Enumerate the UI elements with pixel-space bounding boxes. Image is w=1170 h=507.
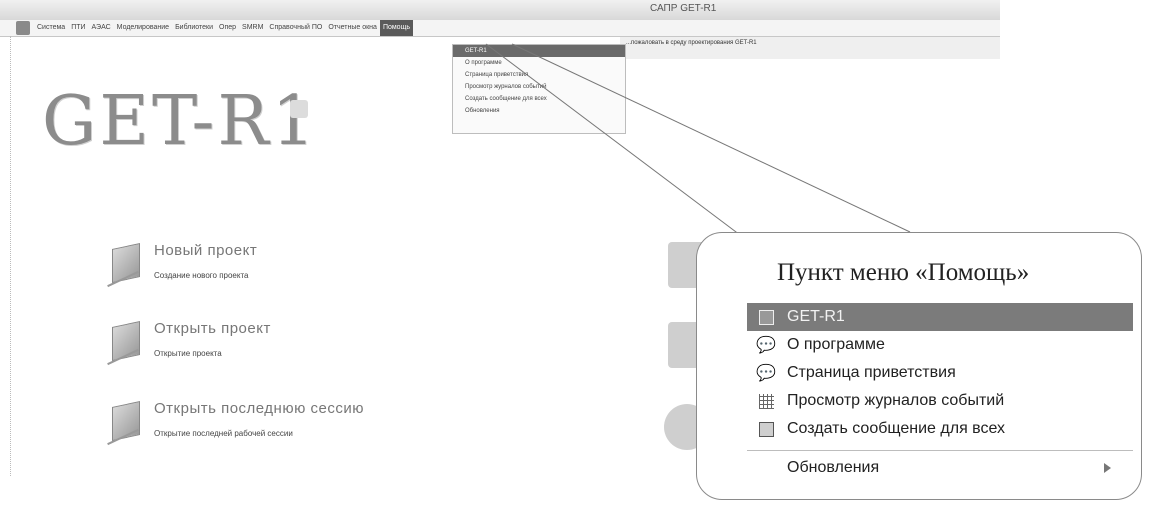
callout-item-welcome[interactable]: 💬 Страница приветствия bbox=[747, 359, 1133, 387]
open-project-title: Открыть проект bbox=[154, 320, 271, 337]
menu-libraries[interactable]: Библиотеки bbox=[172, 20, 216, 36]
callout-item-message-all[interactable]: Создать сообщение для всех bbox=[747, 415, 1133, 443]
menu-aeas[interactable]: АЭАС bbox=[89, 20, 114, 36]
menu-oper[interactable]: Опер bbox=[216, 20, 239, 36]
callout-item-about[interactable]: 💬 О программе bbox=[747, 331, 1133, 359]
dropdown-item-message-all[interactable]: Создать сообщение для всех bbox=[453, 93, 625, 105]
grid-icon bbox=[755, 393, 777, 409]
callout-menu: GET-R1 💬 О программе 💬 Страница приветст… bbox=[747, 303, 1133, 482]
menu-reports[interactable]: Отчетные окна bbox=[325, 20, 380, 36]
callout-item-label: Создать сообщение для всех bbox=[787, 420, 1006, 437]
dropdown-item-event-log[interactable]: Просмотр журналов событий bbox=[453, 81, 625, 93]
speech-bubble-icon: 💬 bbox=[756, 337, 776, 354]
dropdown-item-get-r1[interactable]: GET-R1 bbox=[453, 45, 625, 57]
new-project-title: Новый проект bbox=[154, 242, 258, 259]
menu-modeling[interactable]: Моделирование bbox=[114, 20, 172, 36]
welcome-banner: ...пожаловать в среду проектирования GET… bbox=[620, 37, 1000, 59]
menu-pti[interactable]: ПТИ bbox=[68, 20, 88, 36]
window-title: САПР GET-R1 bbox=[650, 3, 717, 14]
speech-bubble-icon: 💬 bbox=[756, 365, 776, 382]
dropdown-item-updates[interactable]: Обновления bbox=[453, 105, 625, 117]
callout-item-label: Страница приветствия bbox=[787, 364, 956, 381]
callout-item-label: Обновления bbox=[787, 459, 880, 476]
open-project-action[interactable]: Открыть проект Открытие проекта bbox=[104, 320, 271, 366]
help-dropdown-menu: GET-R1 О программе Страница приветствия … bbox=[452, 44, 626, 134]
menu-system[interactable]: Система bbox=[34, 20, 68, 36]
callout-item-updates[interactable]: Обновления bbox=[747, 454, 1133, 482]
book-icon bbox=[755, 309, 777, 325]
open-project-icon bbox=[104, 320, 148, 366]
left-panel-border bbox=[0, 36, 11, 476]
menu-reference[interactable]: Справочный ПО bbox=[266, 20, 325, 36]
callout-title: Пункт меню «Помощь» bbox=[777, 259, 1030, 286]
new-project-subtitle: Создание нового проекта bbox=[154, 271, 249, 280]
chevron-right-icon bbox=[1104, 463, 1111, 473]
callout-item-get-r1[interactable]: GET-R1 bbox=[747, 303, 1133, 331]
menu-help[interactable]: Помощь bbox=[379, 20, 413, 36]
open-last-session-subtitle: Открытие последней рабочей сессии bbox=[154, 429, 293, 438]
menu-bar: Система ПТИ АЭАС Моделирование Библиотек… bbox=[0, 20, 1000, 37]
callout-item-event-log[interactable]: Просмотр журналов событий bbox=[747, 387, 1133, 415]
callout-item-label: Просмотр журналов событий bbox=[787, 392, 1005, 409]
menu-smrm[interactable]: SMRM bbox=[239, 20, 266, 36]
app-logo: GET-R1 bbox=[42, 82, 318, 161]
menu-separator bbox=[747, 446, 1133, 451]
callout-item-label: GET-R1 bbox=[787, 308, 845, 325]
new-project-action[interactable]: Новый проект Создание нового проекта bbox=[104, 242, 258, 288]
open-last-session-action[interactable]: Открыть последнюю сессию Открытие послед… bbox=[104, 400, 364, 446]
new-project-icon bbox=[104, 242, 148, 288]
dropdown-item-about[interactable]: О программе bbox=[453, 57, 625, 69]
book-icon bbox=[755, 421, 777, 437]
open-project-subtitle: Открытие проекта bbox=[154, 349, 222, 358]
open-last-session-icon bbox=[104, 400, 148, 446]
logo-decoration bbox=[290, 100, 308, 118]
dropdown-item-welcome[interactable]: Страница приветствия bbox=[453, 69, 625, 81]
open-last-session-title: Открыть последнюю сессию bbox=[154, 400, 364, 417]
help-menu-callout: Пункт меню «Помощь» GET-R1 💬 О программе… bbox=[696, 232, 1142, 500]
app-icon bbox=[16, 21, 30, 35]
callout-item-label: О программе bbox=[787, 336, 885, 353]
title-bar: САПР GET-R1 bbox=[0, 0, 1000, 21]
